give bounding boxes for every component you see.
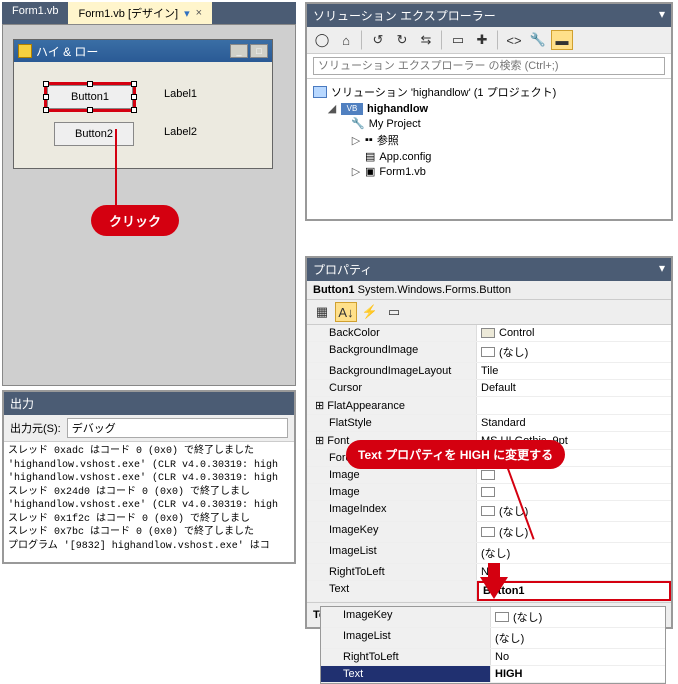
button1[interactable]: Button1 xyxy=(47,85,133,109)
nav-back-button[interactable]: ◯ xyxy=(311,30,333,50)
tree-references[interactable]: ▷ ▪▪ 参照 xyxy=(313,131,665,149)
show-all-button[interactable]: ▭ xyxy=(447,30,469,50)
wrench-icon: 🔧 xyxy=(351,117,365,130)
property-pages-button[interactable]: ▭ xyxy=(383,302,405,322)
collapse-button[interactable]: ⇆ xyxy=(415,30,437,50)
output-title: 出力 xyxy=(4,392,294,415)
home-button[interactable]: ⌂ xyxy=(335,30,357,50)
output-source-label: 出力元(S): xyxy=(10,420,61,436)
properties-button[interactable]: ✚ xyxy=(471,30,493,50)
vb-project-icon: VB xyxy=(341,103,363,115)
output-panel: 出力 出力元(S): デバッグ スレッド 0xadc はコード 0 (0x0) … xyxy=(2,390,296,564)
label2[interactable]: Label2 xyxy=(164,126,197,138)
config-icon: ▤ xyxy=(365,150,375,163)
expander-icon[interactable]: ▷ xyxy=(351,165,361,178)
form-titlebar: ハイ & ロー _ □ xyxy=(14,40,272,62)
events-button[interactable]: ⚡ xyxy=(359,302,381,322)
output-source-select[interactable]: デバッグ xyxy=(67,418,288,438)
label1[interactable]: Label1 xyxy=(164,88,197,100)
form-file-icon: ▣ xyxy=(365,165,375,178)
solution-toolbar: ◯ ⌂ ↺ ↻ ⇆ ▭ ✚ <> 🔧 ▬ xyxy=(307,27,671,54)
preview-button[interactable]: ▬ xyxy=(551,30,573,50)
tab-label: Form1.vb [デザイン] xyxy=(78,5,178,21)
refresh-button[interactable]: ↻ xyxy=(391,30,413,50)
properties-grid-after: ImageKey(なし) ImageList(なし) RightToLeftNo… xyxy=(320,606,666,684)
pin-icon[interactable]: ▾ xyxy=(184,7,190,20)
pin-icon[interactable]: ▾ xyxy=(659,7,665,24)
view-code-button[interactable]: <> xyxy=(503,30,525,50)
solution-search-input[interactable] xyxy=(313,57,665,75)
arrow-down-icon xyxy=(480,577,508,599)
form-window[interactable]: ハイ & ロー _ □ Button1 Button2 Label1 Label… xyxy=(13,39,273,169)
solution-tree[interactable]: ソリューション 'highandlow' (1 プロジェクト) ◢ VB hig… xyxy=(307,79,671,219)
tab-form-design[interactable]: Form1.vb [デザイン] ▾ × xyxy=(68,2,212,24)
tree-form1vb[interactable]: ▷ ▣ Form1.vb xyxy=(313,164,665,179)
wrench-button[interactable]: 🔧 xyxy=(527,30,549,50)
minimize-icon[interactable]: _ xyxy=(230,44,248,58)
form-icon xyxy=(18,44,32,58)
properties-toolbar: ▦ A↓ ⚡ ▭ xyxy=(307,300,671,325)
alphabetical-button[interactable]: A↓ xyxy=(335,302,357,322)
close-icon[interactable]: × xyxy=(196,7,202,19)
tree-appconfig[interactable]: ▤ App.config xyxy=(313,149,665,164)
tab-form-code[interactable]: Form1.vb xyxy=(2,2,68,24)
expander-icon[interactable]: ◢ xyxy=(327,102,337,115)
properties-object[interactable]: Button1 System.Windows.Forms.Button xyxy=(307,281,671,300)
tree-solution-root[interactable]: ソリューション 'highandlow' (1 プロジェクト) xyxy=(313,83,665,101)
maximize-icon[interactable]: □ xyxy=(250,44,268,58)
properties-title: プロパティ xyxy=(313,263,372,277)
tree-myproject[interactable]: 🔧 My Project xyxy=(313,116,665,131)
solution-icon xyxy=(313,86,327,98)
sync-button[interactable]: ↺ xyxy=(367,30,389,50)
form-title-text: ハイ & ロー xyxy=(36,43,98,60)
document-tabs: Form1.vb Form1.vb [デザイン] ▾ × xyxy=(2,2,296,24)
form-designer-surface[interactable]: ハイ & ロー _ □ Button1 Button2 Label1 Label… xyxy=(2,24,296,386)
expander-icon[interactable]: ▷ xyxy=(351,134,361,147)
solution-explorer-title: ソリューション エクスプローラー xyxy=(313,7,496,24)
output-text[interactable]: スレッド 0xadc はコード 0 (0x0) で終了しました 'highand… xyxy=(4,442,294,562)
solution-explorer: ソリューション エクスプローラー ▾ ◯ ⌂ ↺ ↻ ⇆ ▭ ✚ <> 🔧 ▬ … xyxy=(305,2,673,221)
button2[interactable]: Button2 xyxy=(54,122,134,146)
callout-text-property: Text プロパティを HIGH に変更する xyxy=(346,440,565,469)
button1-selection[interactable]: Button1 xyxy=(44,82,136,112)
categorized-button[interactable]: ▦ xyxy=(311,302,333,322)
property-text-row-result[interactable]: TextHIGH xyxy=(321,666,665,683)
references-icon: ▪▪ xyxy=(365,134,373,146)
callout-click: クリック xyxy=(91,205,179,236)
tree-project[interactable]: ◢ VB highandlow xyxy=(313,101,665,116)
pin-icon[interactable]: ▾ xyxy=(659,261,665,275)
